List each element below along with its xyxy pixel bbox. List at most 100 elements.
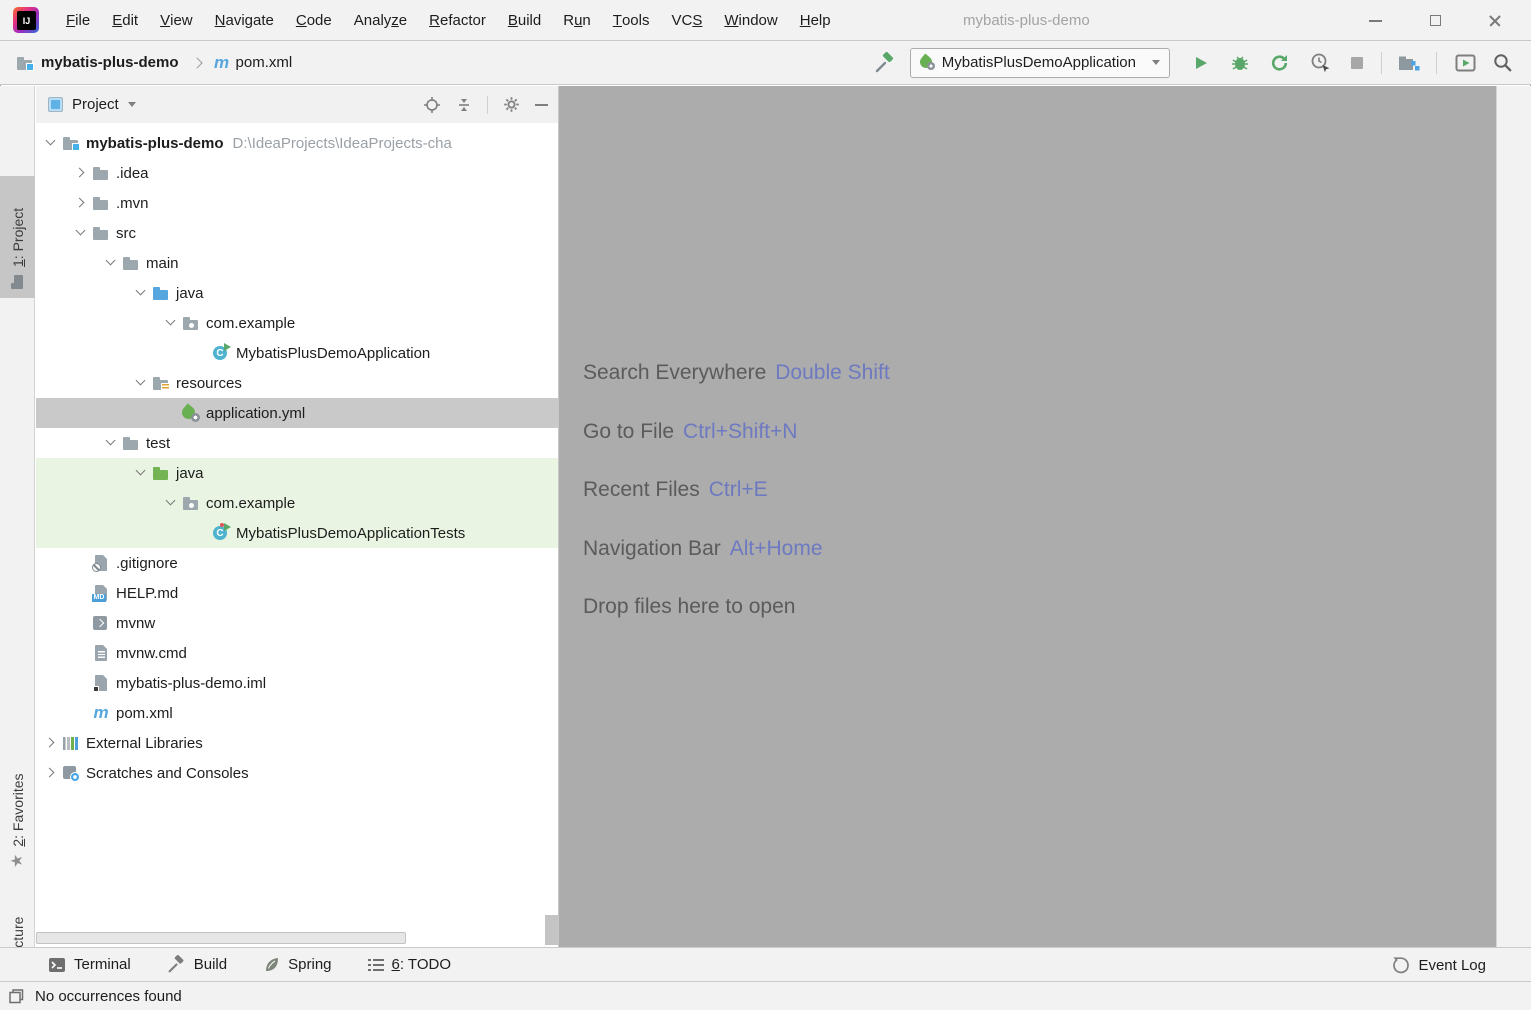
right-tool-stripe: Ant Database m Maven: [1496, 86, 1531, 947]
locate-file-button[interactable]: [423, 96, 441, 114]
scratches-icon: [62, 764, 80, 782]
collapse-chevron-icon[interactable]: [130, 463, 152, 483]
tree-item-mvnw[interactable]: mvnw: [36, 608, 558, 638]
debug-button[interactable]: [1230, 53, 1250, 73]
horizontal-scrollbar[interactable]: [36, 931, 545, 945]
menu-code[interactable]: Code: [285, 0, 343, 40]
tool-button-event-log[interactable]: Event Log: [1392, 948, 1486, 982]
search-everywhere-button[interactable]: [1492, 52, 1513, 73]
tree-item-test-java[interactable]: java: [36, 458, 558, 488]
window-title: mybatis-plus-demo: [963, 0, 1090, 41]
tree-item-mvn[interactable]: .mvn: [36, 188, 558, 218]
maven-file-icon: m: [92, 704, 110, 722]
springboot-class-icon: [212, 344, 230, 362]
hint-navigation-bar: Navigation BarAlt+Home: [583, 520, 890, 579]
menu-tools[interactable]: Tools: [602, 0, 661, 40]
hint-drop-files: Drop files here to open: [583, 578, 890, 637]
tree-item-iml[interactable]: mybatis-plus-demo.iml: [36, 668, 558, 698]
tree-item-application-yml[interactable]: application.yml: [36, 398, 558, 428]
tool-button-todo[interactable]: 6: TODO: [368, 956, 452, 973]
collapse-chevron-icon[interactable]: [100, 253, 122, 273]
build-hammer-button[interactable]: [874, 52, 896, 74]
project-panel-header: Project: [36, 86, 558, 123]
menu-refactor[interactable]: Refactor: [418, 0, 497, 40]
menu-build[interactable]: Build: [497, 0, 552, 40]
tree-item-test[interactable]: test: [36, 428, 558, 458]
collapse-all-button[interactable]: [456, 97, 472, 113]
breadcrumb-project[interactable]: mybatis-plus-demo: [41, 54, 179, 71]
collapse-chevron-icon[interactable]: [160, 493, 182, 513]
tool-button-spring[interactable]: Spring: [263, 956, 331, 973]
hint-go-to-file: Go to FileCtrl+Shift+N: [583, 403, 890, 462]
chevron-down-icon[interactable]: [128, 102, 136, 107]
tool-button-terminal[interactable]: Terminal: [48, 956, 131, 974]
collapse-chevron-icon[interactable]: [130, 373, 152, 393]
tree-item-src[interactable]: src: [36, 218, 558, 248]
collapse-chevron-icon[interactable]: [70, 223, 92, 243]
breadcrumb-file[interactable]: pom.xml: [236, 54, 293, 71]
profiler-button[interactable]: [1310, 52, 1331, 73]
menu-analyze[interactable]: Analyze: [343, 0, 418, 40]
tree-item-external-libraries[interactable]: External Libraries: [36, 728, 558, 758]
project-folder-icon: [16, 54, 34, 72]
minimize-button[interactable]: [1345, 0, 1405, 41]
tree-item-main[interactable]: main: [36, 248, 558, 278]
expand-chevron-icon[interactable]: [70, 163, 92, 183]
tool-button-favorites[interactable]: ★ 2: Favorites: [0, 744, 35, 876]
menu-view[interactable]: View: [149, 0, 204, 40]
menu-file[interactable]: File: [55, 0, 101, 40]
menu-help[interactable]: Help: [789, 0, 842, 40]
menu-edit[interactable]: Edit: [101, 0, 149, 40]
toggle-toolwindows-icon[interactable]: [8, 988, 25, 1005]
scrollbar-corner: [545, 915, 558, 945]
expand-chevron-icon[interactable]: [40, 733, 62, 753]
tree-item-mvnw-cmd[interactable]: mvnw.cmd: [36, 638, 558, 668]
close-button[interactable]: [1465, 0, 1525, 41]
run-button[interactable]: [1192, 54, 1210, 72]
terminal-icon: [48, 956, 66, 974]
module-file-icon: [92, 674, 110, 692]
hint-search-everywhere: Search EverywhereDouble Shift: [583, 344, 890, 403]
tree-item-java[interactable]: java: [36, 278, 558, 308]
tree-item-pom-xml[interactable]: m pom.xml: [36, 698, 558, 728]
hide-panel-button[interactable]: [535, 104, 548, 106]
maximize-button[interactable]: [1405, 0, 1465, 41]
menu-run[interactable]: Run: [552, 0, 602, 40]
chevron-down-icon: [1152, 60, 1160, 65]
menu-vcs[interactable]: VCS: [660, 0, 713, 40]
tree-item-application-class[interactable]: MybatisPlusDemoApplication: [36, 338, 558, 368]
collapse-chevron-icon[interactable]: [130, 283, 152, 303]
menu-navigate[interactable]: Navigate: [204, 0, 285, 40]
tree-item-com-example[interactable]: com.example: [36, 308, 558, 338]
folder-icon: [122, 254, 140, 272]
tree-item-scratches[interactable]: Scratches and Consoles: [36, 758, 558, 788]
hammer-icon: [167, 955, 186, 974]
tool-button-project[interactable]: 1: Project: [0, 176, 35, 298]
todo-list-icon: [368, 958, 384, 972]
scrollbar-thumb[interactable]: [36, 932, 406, 944]
shell-script-icon: [92, 614, 110, 632]
expand-chevron-icon[interactable]: [40, 763, 62, 783]
panel-title[interactable]: Project: [72, 96, 119, 113]
tree-item-help-md[interactable]: MD HELP.md: [36, 578, 558, 608]
tree-item-resources[interactable]: resources: [36, 368, 558, 398]
collapse-chevron-icon[interactable]: [40, 133, 62, 153]
tree-item-idea[interactable]: .idea: [36, 158, 558, 188]
tree-item-project-root[interactable]: mybatis-plus-demo D:\IdeaProjects\IdeaPr…: [36, 128, 558, 158]
tree-item-gitignore[interactable]: .gitignore: [36, 548, 558, 578]
tree-item-test-com-example[interactable]: com.example: [36, 488, 558, 518]
run-configuration-select[interactable]: MybatisPlusDemoApplication: [910, 48, 1170, 78]
expand-chevron-icon[interactable]: [70, 193, 92, 213]
folder-icon: [122, 434, 140, 452]
hint-recent-files: Recent FilesCtrl+E: [583, 461, 890, 520]
project-structure-button[interactable]: [1398, 54, 1420, 72]
settings-gear-button[interactable]: [503, 96, 520, 113]
tool-button-build[interactable]: Build: [167, 955, 227, 974]
run-with-coverage-button[interactable]: [1270, 53, 1290, 73]
editor-area[interactable]: Search EverywhereDouble Shift Go to File…: [558, 86, 1496, 947]
menu-window[interactable]: Window: [713, 0, 788, 40]
tree-item-tests-class[interactable]: MybatisPlusDemoApplicationTests: [36, 518, 558, 548]
collapse-chevron-icon[interactable]: [100, 433, 122, 453]
collapse-chevron-icon[interactable]: [160, 313, 182, 333]
run-anything-button[interactable]: [1455, 54, 1476, 72]
